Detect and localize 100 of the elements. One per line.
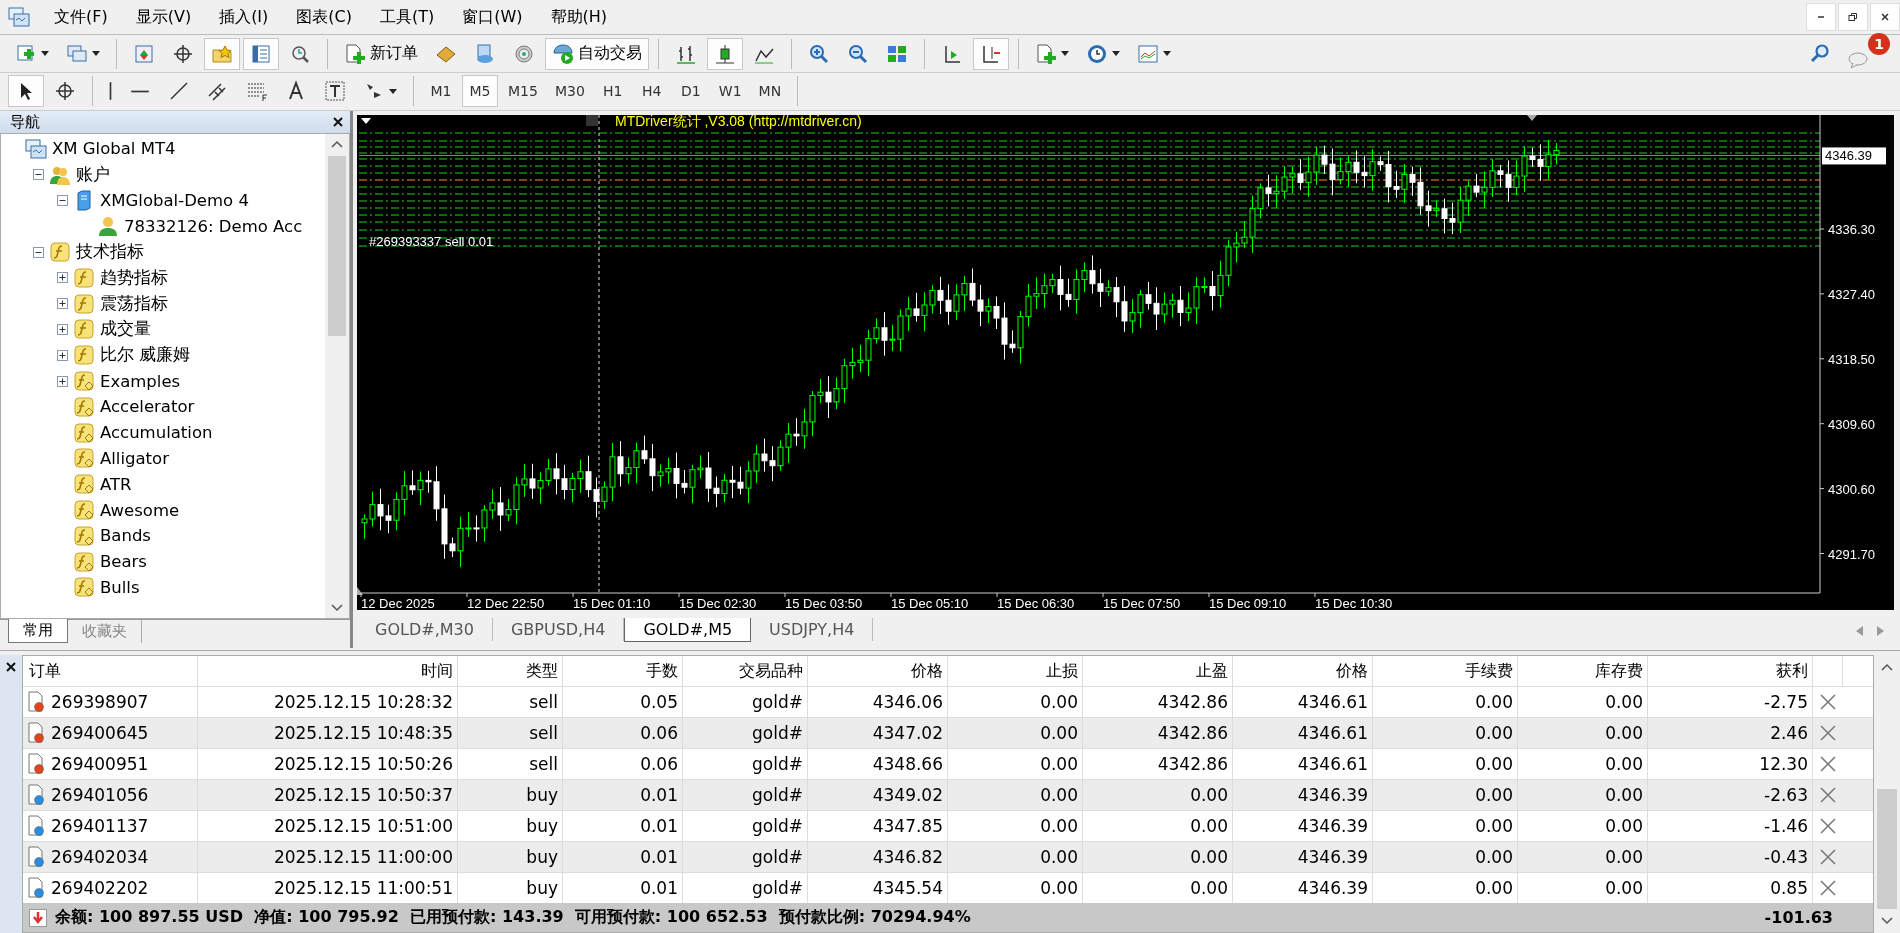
- function-icon: [73, 318, 95, 341]
- timeframe-button[interactable]: M30: [547, 75, 592, 108]
- candlestick-icon: [714, 42, 736, 65]
- menu-item[interactable]: 文件(F): [40, 6, 122, 28]
- menu-item[interactable]: 工具(T): [366, 6, 449, 28]
- timeframe-button[interactable]: M5: [462, 75, 498, 108]
- column-header[interactable]: 手续费: [1373, 656, 1518, 686]
- tree-item[interactable]: Bears: [100, 552, 147, 572]
- collapse-arrow-icon[interactable]: [361, 118, 371, 124]
- column-header[interactable]: 交易品种: [683, 656, 808, 686]
- tree-item[interactable]: Alligator: [100, 448, 169, 468]
- tree-item[interactable]: 比尔 威廉姆: [100, 344, 191, 367]
- menu-item[interactable]: 图表(C): [282, 6, 366, 28]
- time-axis-label: 12 Dec 22:50: [467, 596, 545, 610]
- candles-button[interactable]: [707, 37, 743, 70]
- tree-item[interactable]: Examples: [100, 371, 181, 391]
- scrollbar[interactable]: [325, 134, 349, 618]
- play-icon: [552, 42, 574, 65]
- caret-icon: [1112, 51, 1120, 56]
- monitor-icon: [25, 137, 47, 160]
- table-cell: 4346.39: [1233, 842, 1373, 872]
- column-header[interactable]: 价格: [808, 656, 948, 686]
- tree-item[interactable]: 成交量: [100, 318, 151, 341]
- scroll-marker-icon[interactable]: [357, 587, 363, 595]
- shift-marker-icon[interactable]: [1527, 115, 1537, 121]
- search-icon[interactable]: [1809, 42, 1831, 65]
- close-icon[interactable]: [332, 116, 344, 128]
- tree-item[interactable]: Accumulation: [100, 423, 213, 443]
- table-cell: buy: [458, 780, 563, 810]
- tree-item[interactable]: 技术指标: [76, 241, 144, 264]
- timeframe-button[interactable]: H4: [633, 75, 670, 108]
- chevron-down-icon[interactable]: [331, 604, 343, 612]
- caret-icon: [41, 51, 49, 56]
- column-header[interactable]: 时间: [198, 656, 458, 686]
- tree-item[interactable]: ATR: [100, 474, 132, 494]
- panel-tab[interactable]: 常用: [8, 619, 68, 643]
- exchange-icon: [133, 42, 155, 65]
- column-header[interactable]: 止损: [948, 656, 1083, 686]
- chevron-up-icon[interactable]: [1881, 663, 1893, 671]
- column-header[interactable]: 价格: [1233, 656, 1373, 686]
- time-axis-label: 15 Dec 02:30: [679, 596, 757, 610]
- tree-item[interactable]: XMGlobal-Demo 4: [100, 191, 249, 210]
- account-summary: 余额: 100 897.55 USD 净值: 100 795.92 已用预付款: 143.39 可用预付款: 100 652.53 预付款比例: 70294.94%: [55, 907, 971, 928]
- function-icon: [49, 241, 71, 264]
- table-cell: 0.00: [1518, 718, 1648, 748]
- crosshair-icon: [54, 80, 76, 103]
- price-axis-label: 4300.60: [1828, 481, 1875, 497]
- table-cell: 0.00: [1083, 842, 1233, 872]
- close-icon[interactable]: [5, 661, 17, 673]
- terminal-button[interactable]: [243, 37, 279, 70]
- cursor-button[interactable]: [8, 75, 44, 108]
- menu-item[interactable]: 插入(I): [205, 6, 283, 28]
- shift-button[interactable]: [973, 37, 1009, 70]
- notification-badge: 1: [1868, 32, 1890, 55]
- collapse-icon[interactable]: [33, 246, 44, 258]
- column-header[interactable]: 止盈: [1083, 656, 1233, 686]
- chevron-down-icon[interactable]: [1881, 917, 1893, 925]
- column-header[interactable]: 手数: [563, 656, 683, 686]
- tree-item[interactable]: 账户: [76, 163, 110, 186]
- timeframe-button[interactable]: M1: [423, 75, 459, 108]
- menu-item[interactable]: 窗口(W): [448, 6, 537, 28]
- time-axis-label: 15 Dec 10:30: [1315, 596, 1393, 610]
- tree-item[interactable]: Bands: [100, 526, 151, 546]
- tree-item[interactable]: 震荡指标: [100, 292, 168, 315]
- signal-icon: [513, 42, 535, 65]
- sell-order-icon: [27, 691, 45, 713]
- column-header[interactable]: 库存费: [1518, 656, 1648, 686]
- table-cell: 2025.12.15 10:48:35: [198, 718, 458, 748]
- column-header[interactable]: 订单: [23, 656, 198, 686]
- tree-item[interactable]: 趋势指标: [100, 266, 168, 289]
- timeframe-button[interactable]: M15: [501, 75, 545, 108]
- timeframe-button[interactable]: MN: [751, 75, 789, 108]
- add-indicator-icon: [1035, 42, 1057, 65]
- timeframe-button[interactable]: H1: [594, 75, 631, 108]
- timeframe-button[interactable]: D1: [672, 75, 709, 108]
- menu-item[interactable]: 显示(V): [121, 6, 206, 28]
- tree-item[interactable]: XM Global MT4: [52, 139, 176, 159]
- table-cell: -0.43: [1648, 842, 1813, 872]
- minimize-icon: [1817, 16, 1825, 19]
- time-axis-label: 15 Dec 01:10: [573, 596, 651, 610]
- column-header[interactable]: 类型: [458, 656, 563, 686]
- tree-item[interactable]: Accelerator: [100, 397, 195, 417]
- table-cell: 4349.02: [808, 780, 948, 810]
- new-order-button[interactable]: 新订单: [337, 37, 425, 70]
- auto-trading-button[interactable]: 自动交易: [545, 37, 649, 70]
- tree-item[interactable]: 78332126: Demo Acc: [124, 216, 303, 236]
- function-icon: [73, 266, 95, 289]
- chevron-up-icon[interactable]: [331, 140, 343, 148]
- menu-item[interactable]: 帮助(H): [536, 6, 622, 28]
- timeframe-button[interactable]: W1: [711, 75, 749, 108]
- down-arrow-icon[interactable]: [29, 908, 47, 927]
- column-header[interactable]: 获利: [1648, 656, 1813, 686]
- collapse-icon[interactable]: [57, 195, 68, 206]
- restore-button[interactable]: [1838, 3, 1868, 32]
- tree-item[interactable]: Bulls: [100, 577, 140, 597]
- restore-icon: [1848, 12, 1858, 23]
- chart-tab[interactable]: GOLD#,M5: [624, 618, 752, 642]
- collapse-icon[interactable]: [33, 169, 44, 181]
- close-icon: [1880, 12, 1890, 23]
- tree-item[interactable]: Awesome: [100, 500, 180, 520]
